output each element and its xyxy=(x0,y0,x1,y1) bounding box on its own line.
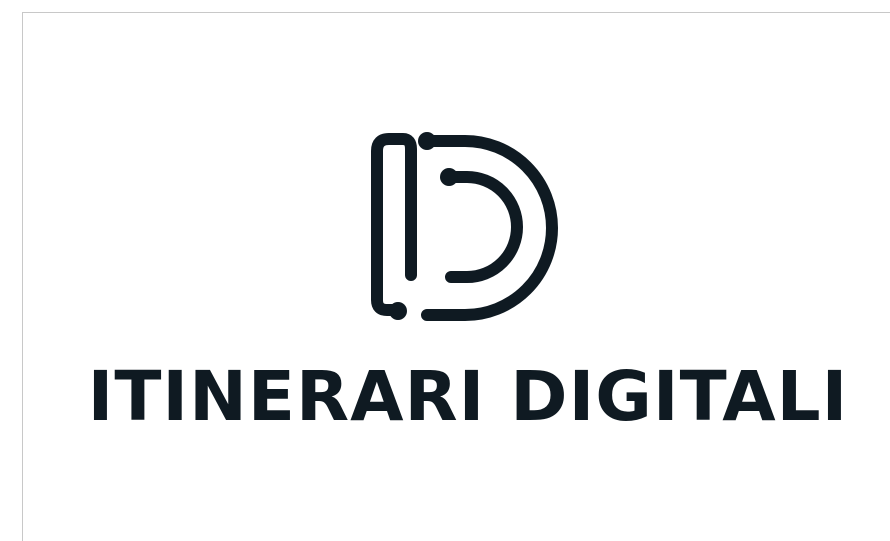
logo-dot-bottom xyxy=(389,302,407,320)
logo-dot-inner xyxy=(440,168,458,186)
logo-dot-top xyxy=(418,132,436,150)
frame-border-left xyxy=(22,12,23,541)
logo-pillar xyxy=(371,133,417,316)
logo-inner-bowl xyxy=(443,171,523,283)
brand-wordmark: ITINERARI DIGITALI xyxy=(87,357,849,437)
logo-canvas: ITINERARI DIGITALI xyxy=(0,0,890,541)
frame-border-top xyxy=(22,12,890,13)
logo-outer-bowl xyxy=(421,135,558,321)
letter-d-monogram-icon xyxy=(371,132,558,321)
